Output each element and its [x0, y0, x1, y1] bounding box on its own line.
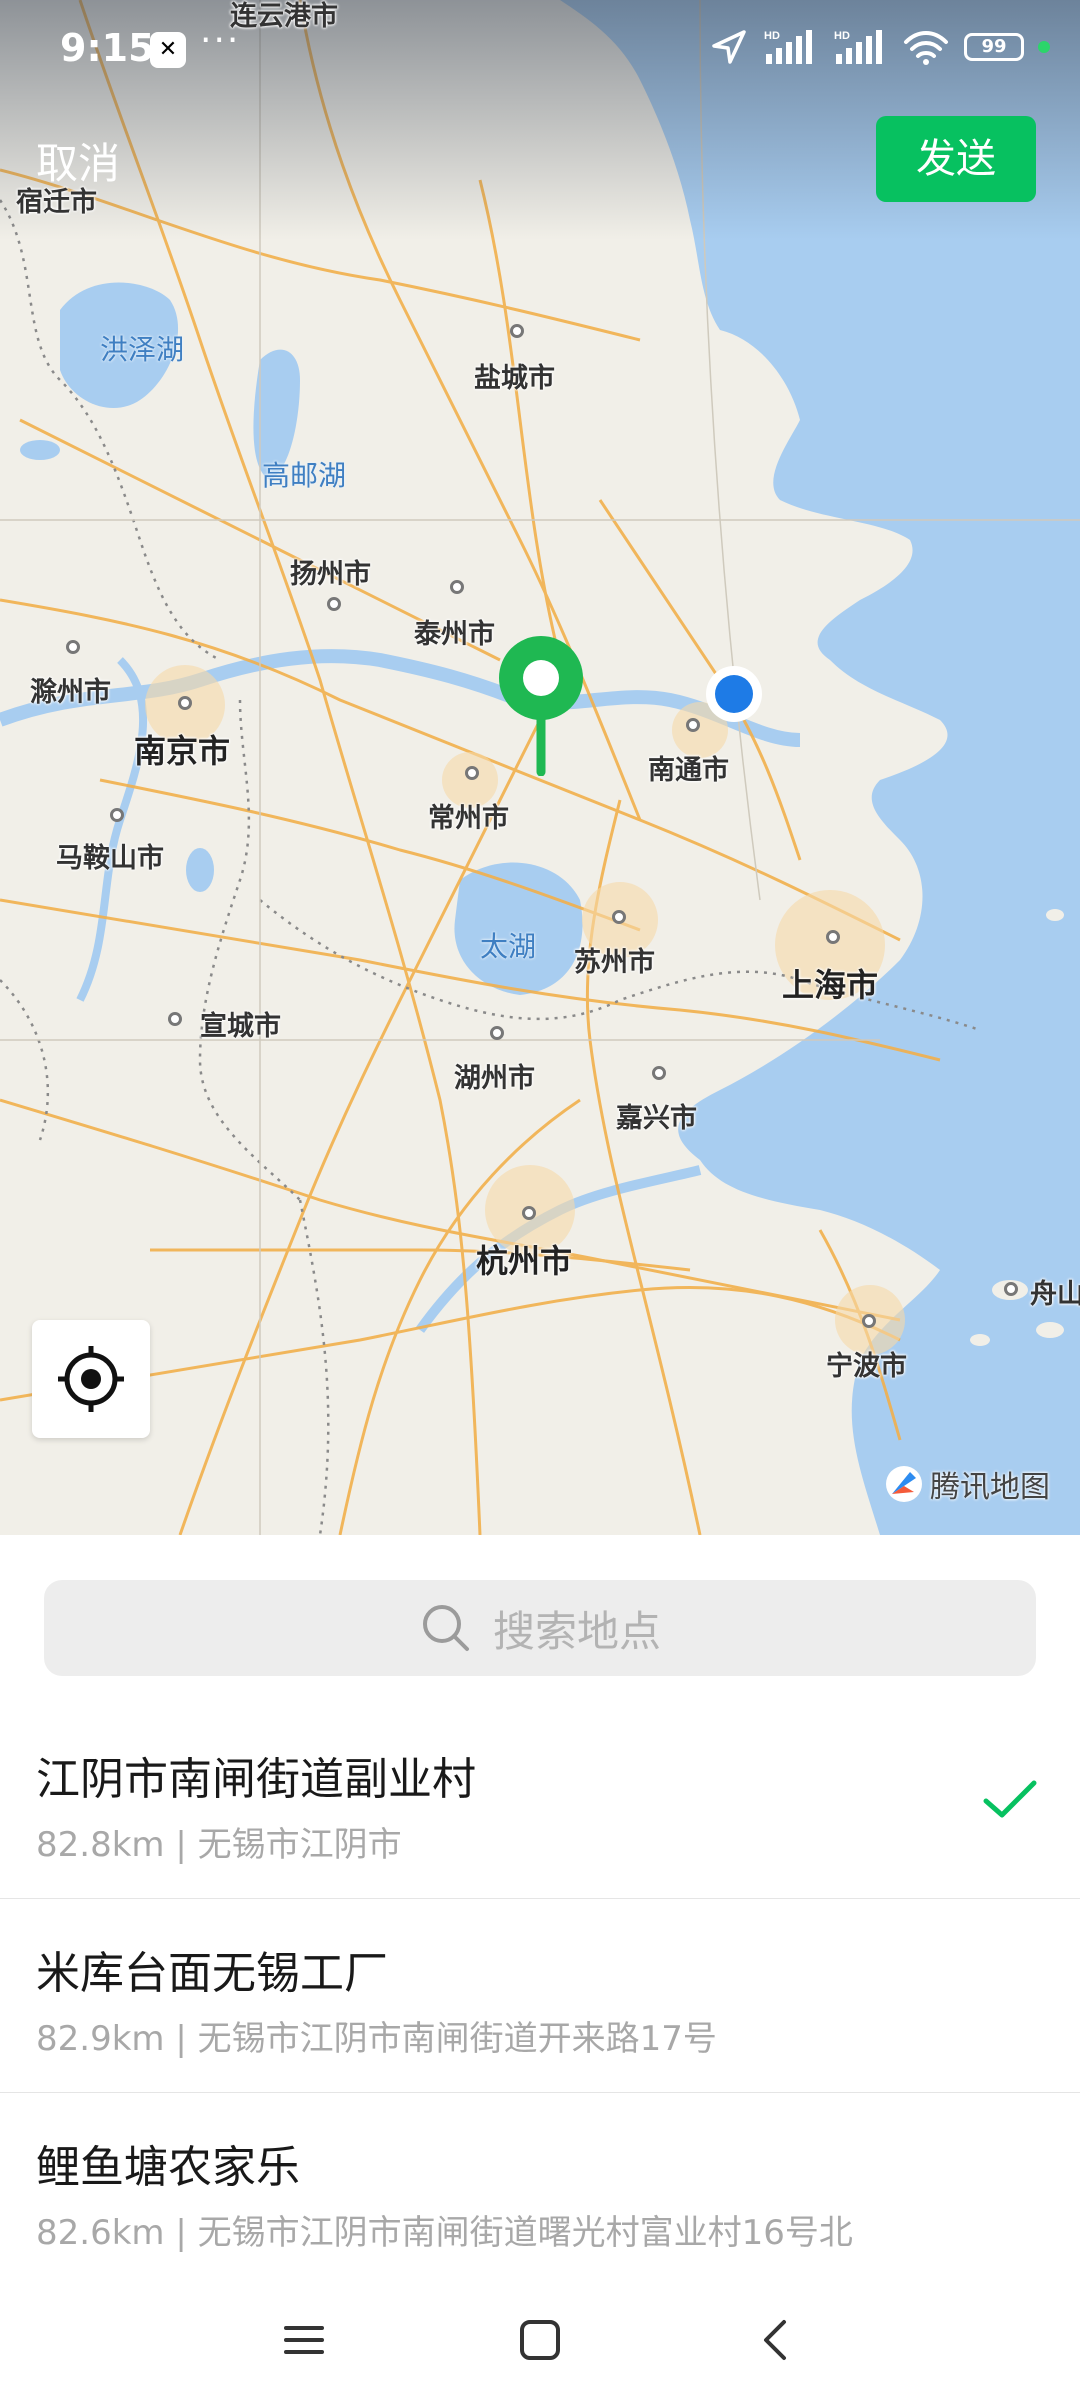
city-label: 泰州市 — [414, 619, 495, 650]
cancel-button[interactable]: 取消 — [36, 130, 120, 191]
back-icon[interactable] — [746, 2310, 806, 2370]
city-label: 上海市 — [782, 966, 879, 1004]
city-dot — [652, 1066, 666, 1080]
city-dot — [862, 1314, 876, 1328]
selected-location-pin[interactable] — [496, 634, 586, 776]
system-nav-bar — [0, 2280, 1080, 2400]
place-name: 鲤鱼塘农家乐 — [36, 2142, 300, 2193]
city-label: 宣城市 — [200, 1011, 281, 1042]
signal-label: HD — [764, 30, 780, 42]
more-notifications-icon: ··· — [200, 20, 241, 61]
city-label: 南京市 — [134, 732, 231, 770]
city-label: 杭州市 — [476, 1242, 573, 1280]
city-dot — [490, 1026, 504, 1040]
map-watermark: 腾讯地图 — [884, 1462, 1050, 1506]
place-detail: 82.6km | 无锡市江阴市南闸街道曙光村富业村16号北 — [36, 2213, 853, 2253]
city-label: 常州市 — [428, 803, 509, 834]
status-time: 9:15 — [60, 26, 155, 70]
list-item[interactable]: 鲤鱼塘农家乐 82.6km | 无锡市江阴市南闸街道曙光村富业村16号北 — [0, 2093, 1080, 2287]
search-placeholder: 搜索地点 — [492, 1606, 661, 1656]
list-item[interactable]: 江阴市南闸街道副业村 82.8km | 无锡市江阴市 — [0, 1705, 1080, 1899]
city-label: 苏州市 — [574, 947, 655, 978]
city-label: 嘉兴市 — [616, 1103, 697, 1134]
current-location-marker — [706, 666, 762, 722]
city-label: 马鞍山市 — [56, 843, 164, 874]
city-label: 扬州市 — [290, 559, 371, 590]
city-dot — [510, 324, 524, 338]
city-label: 舟山 — [1030, 1279, 1080, 1310]
watermark-text: 腾讯地图 — [930, 1470, 1050, 1505]
wifi-icon — [904, 31, 948, 65]
status-bar: 9:15 ✕ ··· HD HD 99 — [0, 0, 1080, 100]
place-name: 江阴市南闸街道副业村 — [36, 1754, 476, 1805]
send-button[interactable]: 发送 — [876, 116, 1036, 202]
status-right-group: HD HD 99 — [710, 28, 1050, 66]
lake-label: 高邮湖 — [262, 459, 347, 492]
privacy-indicator-dot — [1038, 41, 1050, 53]
city-label: 南通市 — [648, 755, 729, 786]
city-dot — [450, 580, 464, 594]
location-panel: 搜索地点 江阴市南闸街道副业村 82.8km | 无锡市江阴市 米库台面无锡工厂… — [0, 1535, 1080, 2400]
lake-label: 太湖 — [480, 930, 537, 963]
locate-me-button[interactable] — [32, 1320, 150, 1438]
city-dot — [1004, 1282, 1018, 1296]
signal-hd-icon-2: HD — [834, 30, 882, 64]
capcut-app-icon: ✕ — [150, 32, 186, 68]
city-dot — [168, 1012, 182, 1026]
city-dot — [178, 696, 192, 710]
city-label: 滁州市 — [30, 677, 111, 708]
city-dot — [522, 1206, 536, 1220]
home-icon[interactable] — [510, 2310, 570, 2370]
city-dot — [686, 718, 700, 732]
menu-icon[interactable] — [274, 2310, 334, 2370]
city-dot — [465, 766, 479, 780]
city-dot — [826, 930, 840, 944]
city-label: 湖州市 — [454, 1063, 535, 1094]
tencent-map-logo-icon — [886, 1466, 922, 1502]
city-dot — [66, 640, 80, 654]
place-detail: 82.8km | 无锡市江阴市 — [36, 1825, 402, 1865]
place-detail: 82.9km | 无锡市江阴市南闸街道开来路17号 — [36, 2019, 717, 2059]
list-item[interactable]: 米库台面无锡工厂 82.9km | 无锡市江阴市南闸街道开来路17号 — [0, 1899, 1080, 2093]
city-dot — [327, 597, 341, 611]
city-label: 盐城市 — [474, 363, 555, 394]
crosshair-icon — [58, 1346, 124, 1412]
map-view[interactable]: 洪泽湖 高邮湖 太湖 连云港市 宿迁市 盐城市 扬州市 泰州市 滁州市 南京市 … — [0, 0, 1080, 1535]
battery-indicator: 99 — [964, 33, 1024, 61]
checkmark-icon — [983, 1780, 1037, 1818]
place-name: 米库台面无锡工厂 — [36, 1948, 388, 1999]
search-input[interactable]: 搜索地点 — [44, 1580, 1036, 1676]
location-arrow-icon — [712, 30, 746, 64]
search-icon — [422, 1605, 469, 1651]
signal-label: HD — [834, 30, 850, 42]
lake-label: 洪泽湖 — [100, 333, 185, 366]
signal-hd-icon: HD — [764, 30, 812, 64]
city-dot — [110, 808, 124, 822]
city-label: 宁波市 — [826, 1351, 907, 1382]
city-dot — [612, 910, 626, 924]
